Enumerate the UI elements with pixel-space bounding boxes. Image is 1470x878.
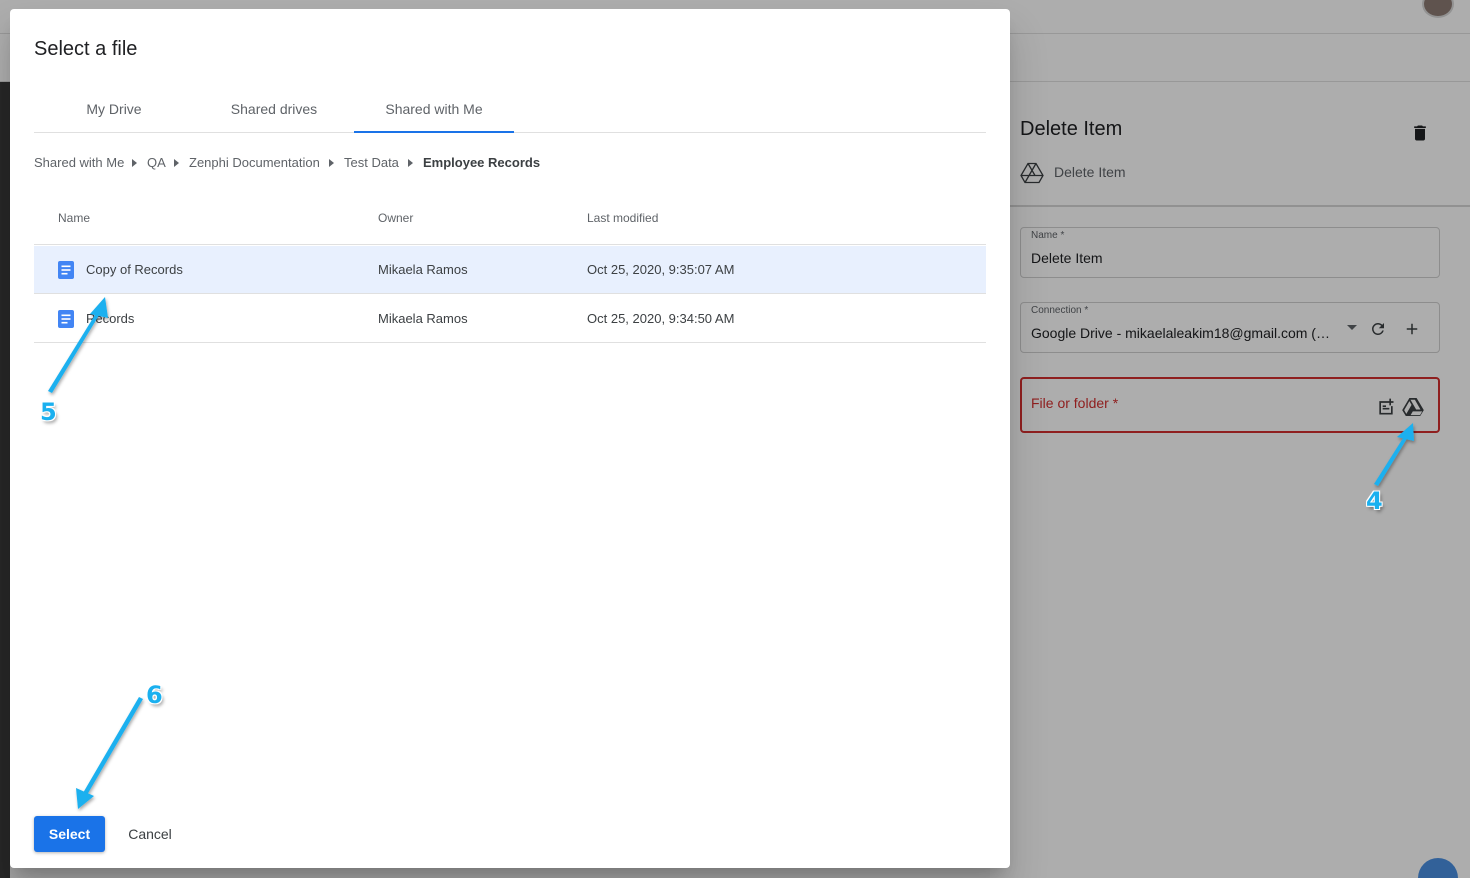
column-header-owner[interactable]: Owner [378,211,413,225]
file-owner: Mikaela Ramos [378,262,468,277]
table-row[interactable]: Copy of Records Mikaela Ramos Oct 25, 20… [34,246,986,294]
file-name: Records [86,311,135,326]
breadcrumb-chevron-icon [329,159,334,167]
breadcrumb-qa[interactable]: QA [147,155,166,170]
table-header: Name Owner Last modified [34,195,986,245]
breadcrumb-shared-with-me[interactable]: Shared with Me [34,155,124,170]
breadcrumb-chevron-icon [408,159,413,167]
column-header-name[interactable]: Name [58,211,90,225]
file-name: Copy of Records [86,262,183,277]
column-header-last-modified[interactable]: Last modified [587,211,658,225]
tab-shared-drives[interactable]: Shared drives [194,85,354,132]
breadcrumb-test-data[interactable]: Test Data [344,155,399,170]
dialog-title: Select a file [34,38,138,60]
table-row[interactable]: Records Mikaela Ramos Oct 25, 2020, 9:34… [34,295,986,343]
file-modified: Oct 25, 2020, 9:35:07 AM [587,262,735,277]
google-docs-icon [58,261,74,279]
file-modified: Oct 25, 2020, 9:34:50 AM [587,311,735,326]
google-docs-icon [58,310,74,328]
cancel-button[interactable]: Cancel [118,816,182,852]
breadcrumb-employee-records: Employee Records [423,155,541,170]
select-button[interactable]: Select [34,816,105,852]
drive-tabs: My Drive Shared drives Shared with Me [34,85,986,133]
tab-shared-with-me[interactable]: Shared with Me [354,85,514,132]
breadcrumb-chevron-icon [132,159,137,167]
file-owner: Mikaela Ramos [378,311,468,326]
file-picker-dialog: Select a file My Drive Shared drives Sha… [10,9,1010,868]
tab-my-drive[interactable]: My Drive [34,85,194,132]
annotation-number-4: 4 [1366,487,1383,515]
active-tab-indicator [354,131,514,133]
breadcrumb-zenphi-documentation[interactable]: Zenphi Documentation [189,155,320,170]
annotation-number-6: 6 [146,681,163,709]
annotation-number-5: 5 [40,398,57,426]
breadcrumb-chevron-icon [174,159,179,167]
